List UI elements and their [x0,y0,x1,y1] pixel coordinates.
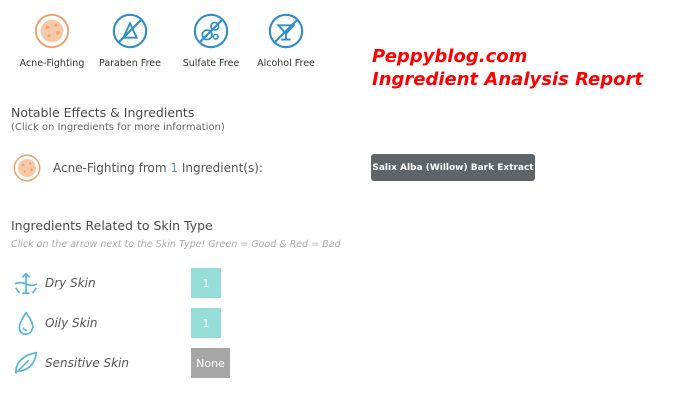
dry-skin-count[interactable]: 1 [191,268,221,298]
effect-suffix: Ingredient(s): [181,161,263,175]
paraben-free-icon [112,13,148,49]
badge-acne-fighting[interactable]: Acne-Fighting [12,10,92,69]
effect-count: 1 [170,161,178,175]
oily-skin-count[interactable]: 1 [191,308,221,338]
effect-from: from [138,161,167,175]
skin-name: Dry Skin [45,276,96,290]
badge-label: Acne-Fighting [19,58,85,69]
oily-skin-icon [18,311,34,336]
effect-acne-fighting: Acne-Fighting from 1 Ingredient(s): [12,153,263,183]
badge-paraben-free[interactable]: Paraben Free [90,10,170,69]
alcohol-free-icon [268,13,304,49]
notable-subtitle: (Click on Ingredients for more informati… [11,122,225,133]
skin-name: Sensitive Skin [45,356,130,370]
dry-skin-icon [14,272,38,295]
badge-sulfate-free[interactable]: Sulfate Free [171,10,251,69]
skin-row-sensitive[interactable]: Sensitive Skin [12,348,129,378]
sulfate-free-icon [193,13,229,49]
acne-icon [13,154,41,182]
effect-text: Acne-Fighting from 1 Ingredient(s): [53,161,263,175]
badge-alcohol-free[interactable]: Alcohol Free [246,10,326,69]
brand-overlay: Peppyblog.com Ingredient Analysis Report [372,46,643,91]
badge-label: Paraben Free [99,58,161,69]
badge-bar: Acne-Fighting Paraben Free Sulfate Free … [14,10,344,74]
ingredient-button-salix-alba[interactable]: Salix Alba (Willow) Bark Extract [371,154,535,181]
acne-icon [34,13,70,49]
brand-report-title: Ingredient Analysis Report [372,68,643,90]
sensitive-skin-count[interactable]: None [191,348,230,378]
effect-name: Acne-Fighting [53,161,135,175]
skin-type-hint: Click on the arrow next to the Skin Type… [11,239,341,250]
skin-row-dry[interactable]: Dry Skin [12,268,96,298]
skin-type-title: Ingredients Related to Skin Type [11,218,213,233]
sensitive-skin-icon [14,351,38,374]
badge-label: Alcohol Free [257,58,315,69]
badge-label: Sulfate Free [182,58,240,69]
brand-site: Peppyblog.com [372,46,528,67]
skin-row-oily[interactable]: Oily Skin [12,308,98,338]
notable-title: Notable Effects & Ingredients [11,105,195,120]
skin-name: Oily Skin [45,316,98,330]
